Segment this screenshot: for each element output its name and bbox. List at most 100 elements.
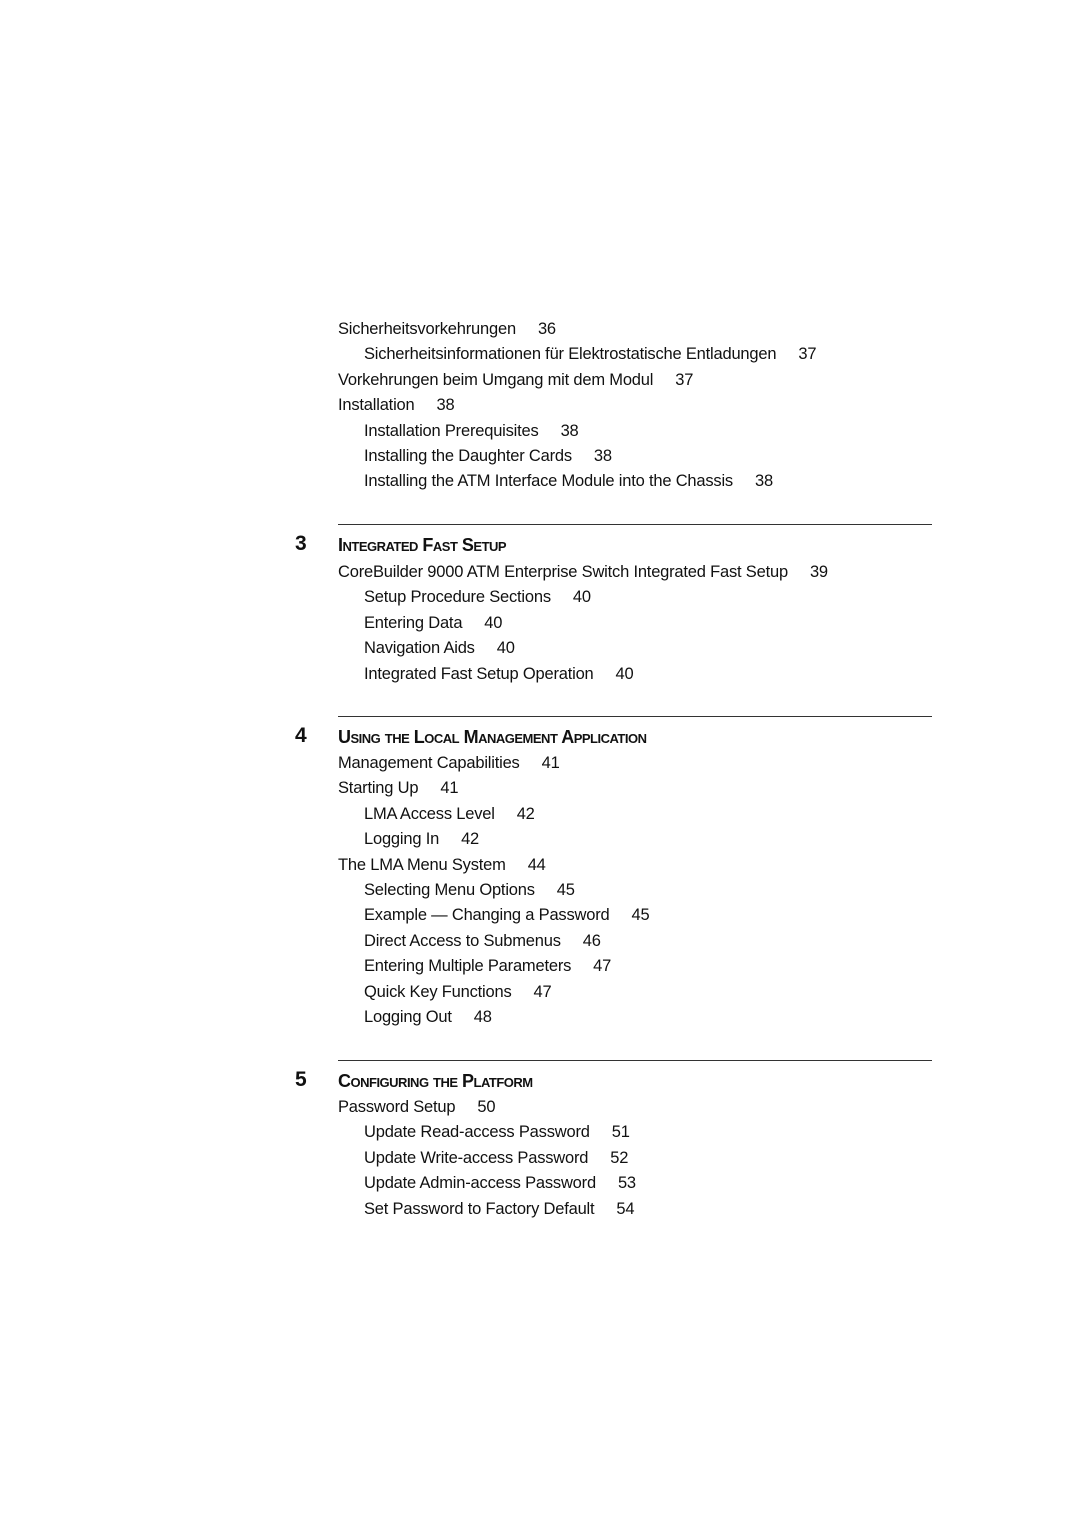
entry-page: 40 [496, 639, 515, 658]
entry-title: Sicherheitsinformationen für Elektrostat… [364, 345, 777, 364]
entry-page: 51 [611, 1123, 630, 1142]
toc-entry[interactable]: Update Admin-access Password 53 [338, 1171, 938, 1196]
entry-title: CoreBuilder 9000 ATM Enterprise Switch I… [338, 563, 788, 581]
entry-title: Update Admin-access Password [364, 1174, 596, 1193]
toc-entry[interactable]: Sicherheitsvorkehrungen 36 [338, 317, 938, 342]
chapter-3-heading: 3 Integrated Fast Setup [295, 524, 935, 560]
entry-title: Update Read-access Password [364, 1123, 590, 1142]
entry-page: 47 [593, 957, 612, 976]
chapter-3-entries: CoreBuilder 9000 ATM Enterprise Switch I… [338, 560, 938, 687]
toc-page: Sicherheitsvorkehrungen 36 Sicherheitsinf… [0, 0, 1080, 1528]
entry-title: Example — Changing a Password [364, 906, 610, 925]
entry-title: Starting Up [338, 779, 419, 798]
chapter-rule [338, 524, 932, 525]
entry-title: Quick Key Functions [364, 982, 512, 1001]
entry-page: 41 [440, 779, 459, 798]
toc-entry[interactable]: Installation Prerequisites 38 [338, 419, 938, 444]
toc-entry[interactable]: Installation 38 [338, 393, 938, 418]
entry-title: Setup Procedure Sections [364, 588, 551, 607]
entry-page: 38 [560, 421, 579, 440]
entry-title: LMA Access Level [364, 804, 495, 823]
toc-entry[interactable]: Password Setup 50 [338, 1095, 938, 1120]
toc-entry[interactable]: Management Capabilities 41 [338, 751, 938, 776]
entry-page: 40 [572, 588, 591, 607]
toc-entry[interactable]: Example — Changing a Password 45 [338, 903, 938, 928]
entry-page: 48 [473, 1007, 492, 1026]
entry-page: 38 [436, 396, 455, 415]
entry-page: 36 [537, 320, 556, 338]
chapter-5-heading: 5 Configuring the Platform [295, 1060, 935, 1096]
entry-page: 50 [477, 1098, 496, 1116]
entry-title: Sicherheitsvorkehrungen [338, 320, 516, 338]
entry-page: 42 [516, 804, 535, 823]
chapter-4-heading: 4 Using the Local Management Application [295, 716, 935, 752]
chapter-number: 3 [295, 532, 307, 555]
toc-entry[interactable]: Installing the ATM Interface Module into… [338, 469, 938, 494]
entry-title: Entering Data [364, 613, 463, 632]
entry-page: 38 [593, 446, 612, 465]
toc-entry[interactable]: Update Read-access Password 51 [338, 1120, 938, 1145]
chapter-rule [338, 716, 932, 717]
toc-entry[interactable]: Direct Access to Submenus 46 [338, 929, 938, 954]
entry-title: Entering Multiple Parameters [364, 957, 572, 976]
entry-page: 47 [533, 982, 552, 1001]
entry-page: 40 [484, 613, 503, 632]
chapter-rule [338, 1060, 932, 1061]
chapter-title[interactable]: Using the Local Management Application [338, 724, 647, 750]
toc-entry[interactable]: Sicherheitsinformationen für Elektrostat… [338, 342, 938, 367]
entry-title: Management Capabilities [338, 754, 520, 772]
chapter-5-entries: Password Setup 50 Update Read-access Pass… [338, 1095, 938, 1222]
toc-entry[interactable]: Entering Data 40 [338, 611, 938, 636]
entry-title: Navigation Aids [364, 639, 475, 658]
chapter-number: 4 [295, 724, 307, 747]
chapter-4-entries: Management Capabilities 41 Starting Up 41 … [338, 751, 938, 1030]
entry-page: 53 [617, 1174, 636, 1193]
entry-title: Direct Access to Submenus [364, 931, 561, 950]
entry-page: 37 [675, 370, 694, 389]
entry-page: 52 [610, 1148, 629, 1167]
toc-entry[interactable]: Entering Multiple Parameters 47 [338, 954, 938, 979]
toc-entry[interactable]: Set Password to Factory Default 54 [338, 1197, 938, 1222]
entry-title: Set Password to Factory Default [364, 1199, 595, 1218]
entry-title: Installation Prerequisites [364, 421, 539, 440]
toc-entry[interactable]: The LMA Menu System 44 [338, 853, 938, 878]
toc-entry[interactable]: Update Write-access Password 52 [338, 1146, 938, 1171]
entry-page: 54 [616, 1199, 635, 1218]
entry-title: The LMA Menu System [338, 855, 506, 874]
toc-entry[interactable]: LMA Access Level 42 [338, 802, 938, 827]
entry-page: 42 [461, 830, 480, 849]
entry-page: 38 [755, 472, 773, 491]
toc-entry[interactable]: Logging Out 48 [338, 1005, 938, 1030]
toc-entry[interactable]: CoreBuilder 9000 ATM Enterprise Switch I… [338, 560, 938, 585]
entry-title: Installing the ATM Interface Module into… [364, 472, 733, 491]
entry-title: Logging In [364, 830, 440, 849]
entry-page: 37 [798, 345, 817, 364]
entry-title: Selecting Menu Options [364, 880, 535, 899]
entry-page: 40 [615, 664, 634, 683]
entry-page: 39 [809, 563, 828, 581]
entry-page: 46 [582, 931, 601, 950]
toc-entry[interactable]: Logging In 42 [338, 827, 938, 852]
entry-title: Password Setup [338, 1098, 456, 1116]
entry-title: Vorkehrungen beim Umgang mit dem Modul [338, 370, 654, 389]
toc-entry[interactable]: Starting Up 41 [338, 776, 938, 801]
entry-title: Installation [338, 396, 415, 415]
toc-entry[interactable]: Selecting Menu Options 45 [338, 878, 938, 903]
entry-title: Update Write-access Password [364, 1148, 589, 1167]
toc-entry[interactable]: Installing the Daughter Cards 38 [338, 444, 938, 469]
toc-entry[interactable]: Integrated Fast Setup Operation 40 [338, 662, 938, 687]
chapter-title[interactable]: Integrated Fast Setup [338, 532, 507, 558]
entry-page: 44 [527, 855, 546, 874]
toc-entry[interactable]: Vorkehrungen beim Umgang mit dem Modul 37 [338, 368, 938, 393]
entry-title: Integrated Fast Setup Operation [364, 664, 594, 683]
entry-page: 41 [541, 754, 560, 772]
entry-page: 45 [631, 906, 650, 925]
chapter-title[interactable]: Configuring the Platform [338, 1068, 533, 1094]
entry-title: Logging Out [364, 1007, 452, 1026]
toc-entry[interactable]: Navigation Aids 40 [338, 636, 938, 661]
entry-title: Installing the Daughter Cards [364, 446, 572, 465]
chapter-number: 5 [295, 1068, 307, 1091]
toc-continuation-block: Sicherheitsvorkehrungen 36 Sicherheitsinf… [338, 317, 938, 495]
toc-entry[interactable]: Setup Procedure Sections 40 [338, 585, 938, 610]
toc-entry[interactable]: Quick Key Functions 47 [338, 980, 938, 1005]
